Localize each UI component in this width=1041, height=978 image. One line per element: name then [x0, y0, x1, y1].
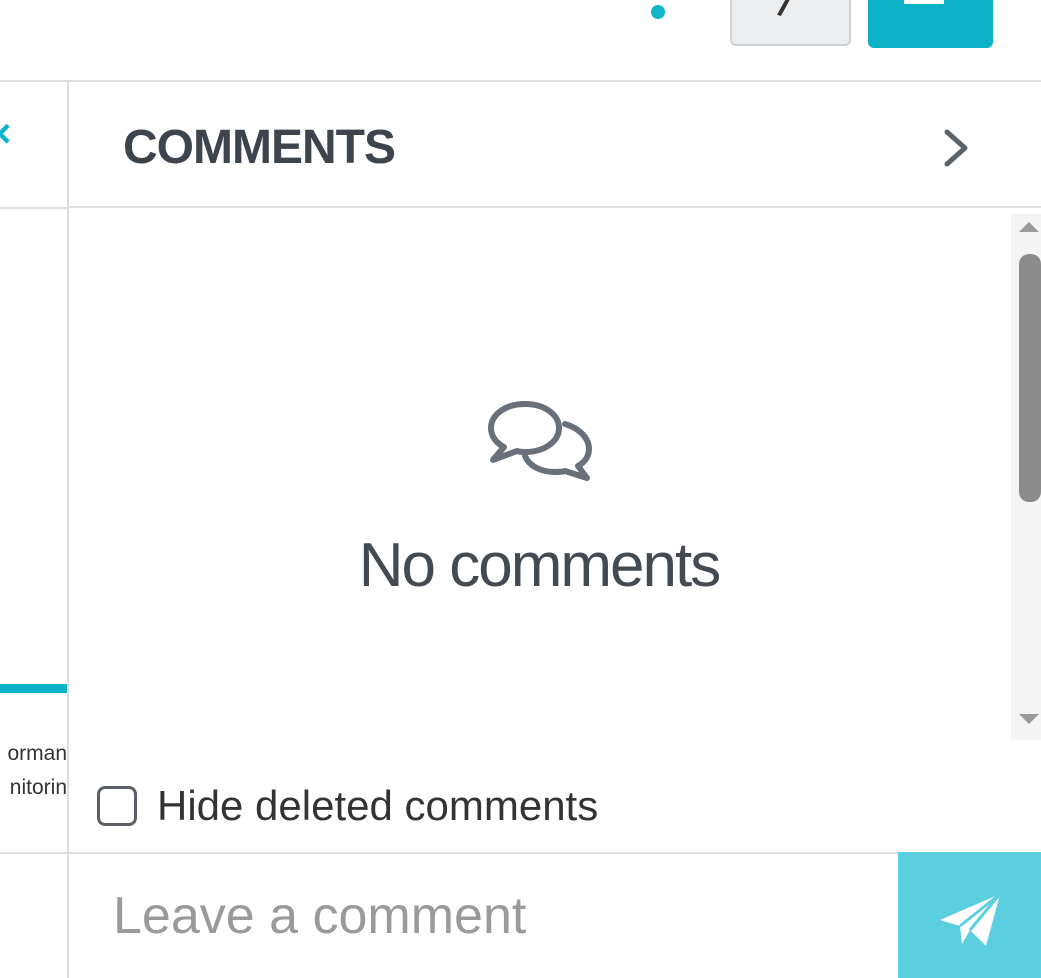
- left-text-line-2: nitorin: [9, 776, 67, 799]
- hide-deleted-label: Hide deleted comments: [157, 782, 599, 829]
- comment-input[interactable]: [69, 854, 898, 978]
- send-icon: [940, 892, 1002, 946]
- empty-state-text: No comments: [358, 531, 721, 600]
- comments-title: COMMENTS: [123, 121, 396, 174]
- pencil-button[interactable]: /: [730, 0, 851, 46]
- hide-deleted-checkbox[interactable]: [97, 786, 137, 826]
- scroll-down-arrow-icon[interactable]: [1019, 714, 1039, 724]
- progress-bar: [0, 684, 67, 693]
- hide-deleted-toggle[interactable]: Hide deleted comments: [97, 782, 598, 830]
- left-text-line-1: orman: [7, 742, 67, 765]
- scroll-up-arrow-icon[interactable]: [1019, 222, 1039, 232]
- comments-icon: [488, 401, 592, 481]
- edit-button[interactable]: [868, 0, 993, 48]
- top-toolbar: /: [0, 0, 1041, 82]
- pencil-icon: /: [774, 0, 796, 25]
- status-dot: [651, 5, 665, 19]
- comment-composer: [69, 852, 1041, 978]
- edit-icon: [904, 0, 944, 4]
- scrollbar[interactable]: [1011, 214, 1041, 740]
- scrollbar-thumb[interactable]: [1019, 254, 1041, 502]
- close-icon[interactable]: ×: [0, 114, 11, 154]
- chevron-right-icon[interactable]: [941, 126, 971, 170]
- divider: [0, 852, 67, 854]
- comments-panel: COMMENTS No comments Hide deleted commen…: [69, 82, 1041, 978]
- divider: [0, 207, 67, 209]
- comments-header: COMMENTS: [69, 82, 1041, 208]
- comments-list: No comments: [69, 210, 1009, 740]
- left-panel: × orman nitorin: [0, 82, 69, 978]
- send-button[interactable]: [898, 852, 1041, 978]
